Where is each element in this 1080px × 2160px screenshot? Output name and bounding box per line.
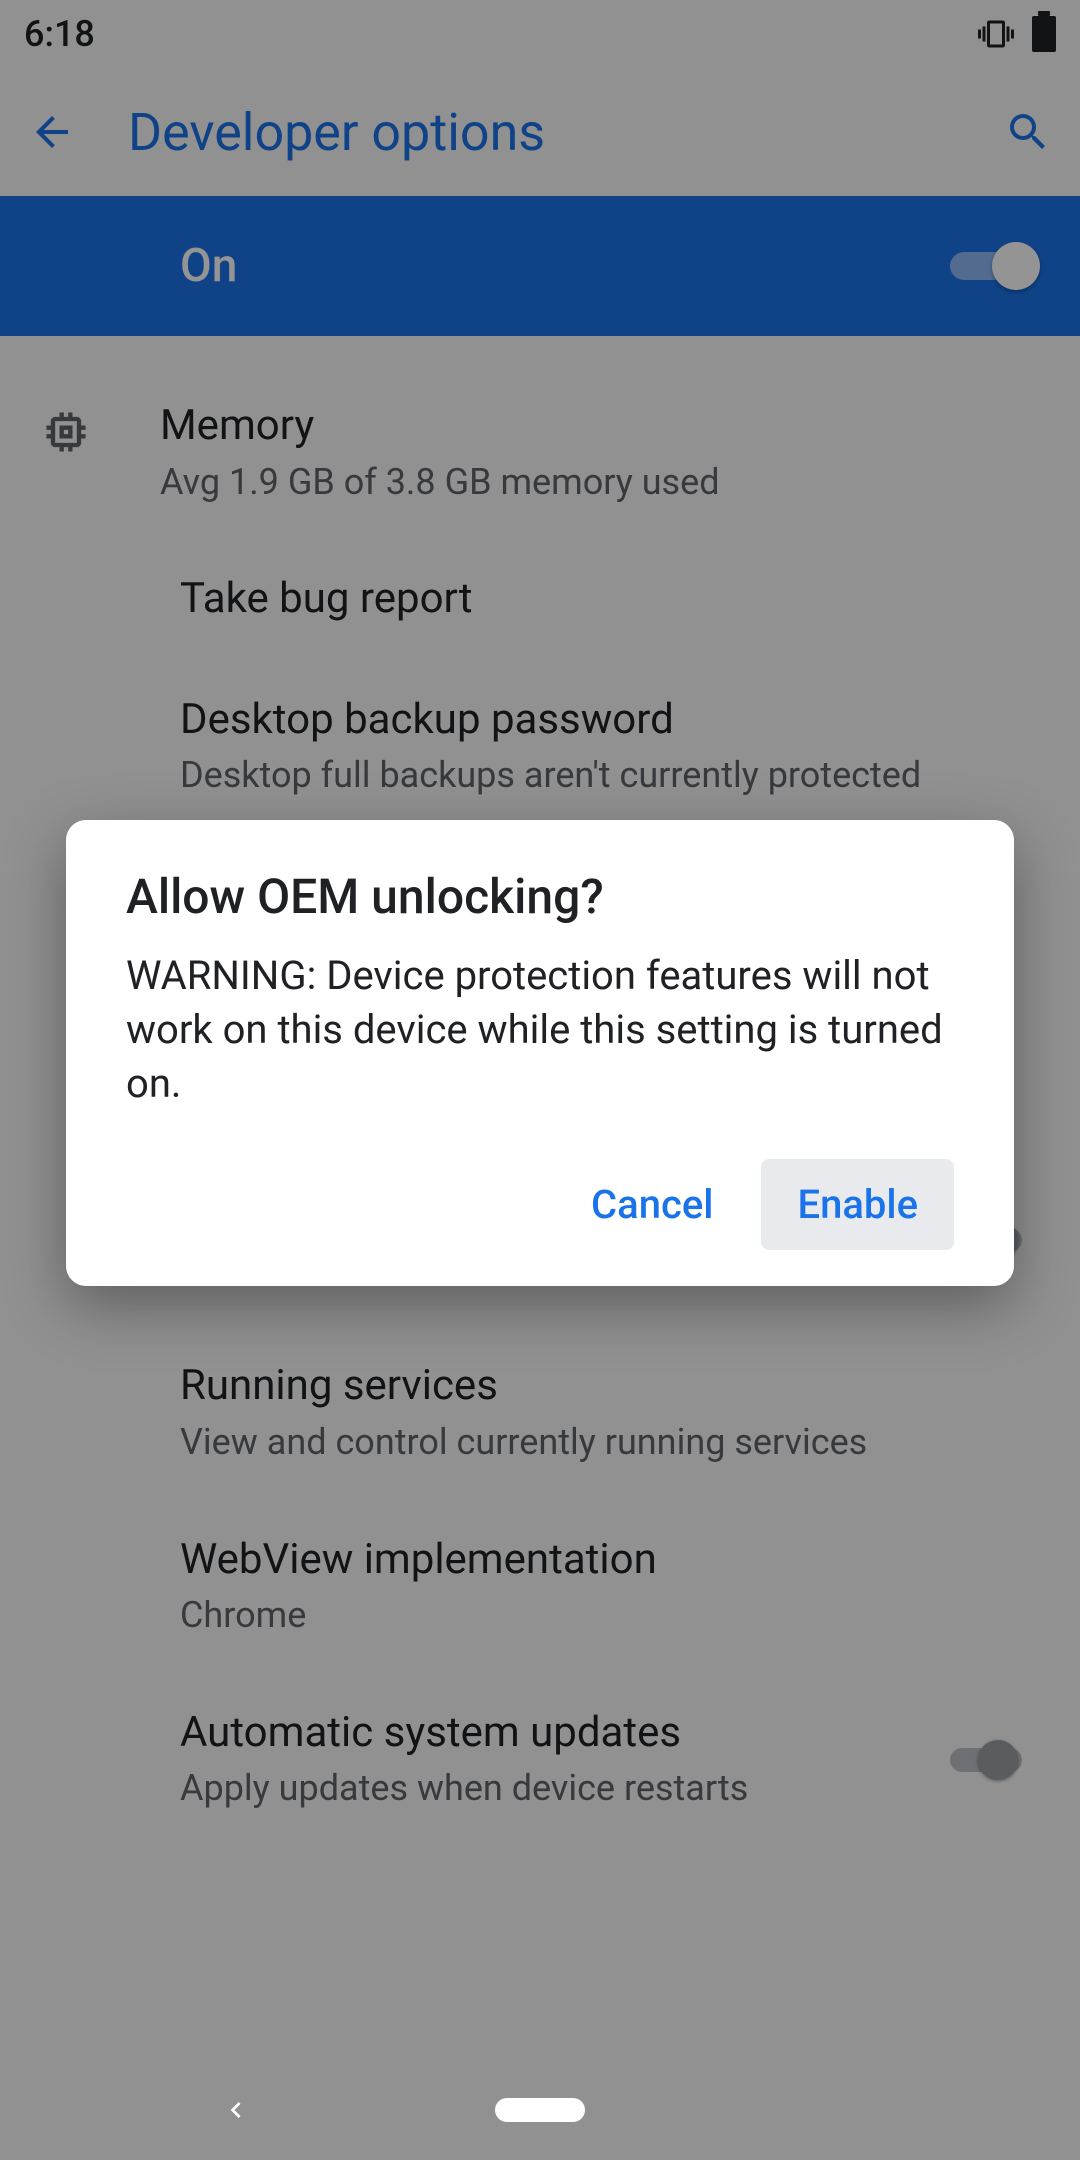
- nav-back-icon[interactable]: [220, 2094, 252, 2126]
- dialog-actions: Cancel Enable: [126, 1159, 954, 1250]
- nav-home-pill[interactable]: [495, 2098, 585, 2122]
- dialog-body: WARNING: Device protection features will…: [126, 949, 954, 1111]
- dialog-title: Allow OEM unlocking?: [126, 868, 954, 925]
- cancel-button[interactable]: Cancel: [555, 1159, 749, 1250]
- enable-button[interactable]: Enable: [761, 1159, 954, 1250]
- navigation-bar: [0, 2060, 1080, 2160]
- oem-unlock-dialog: Allow OEM unlocking? WARNING: Device pro…: [66, 820, 1014, 1286]
